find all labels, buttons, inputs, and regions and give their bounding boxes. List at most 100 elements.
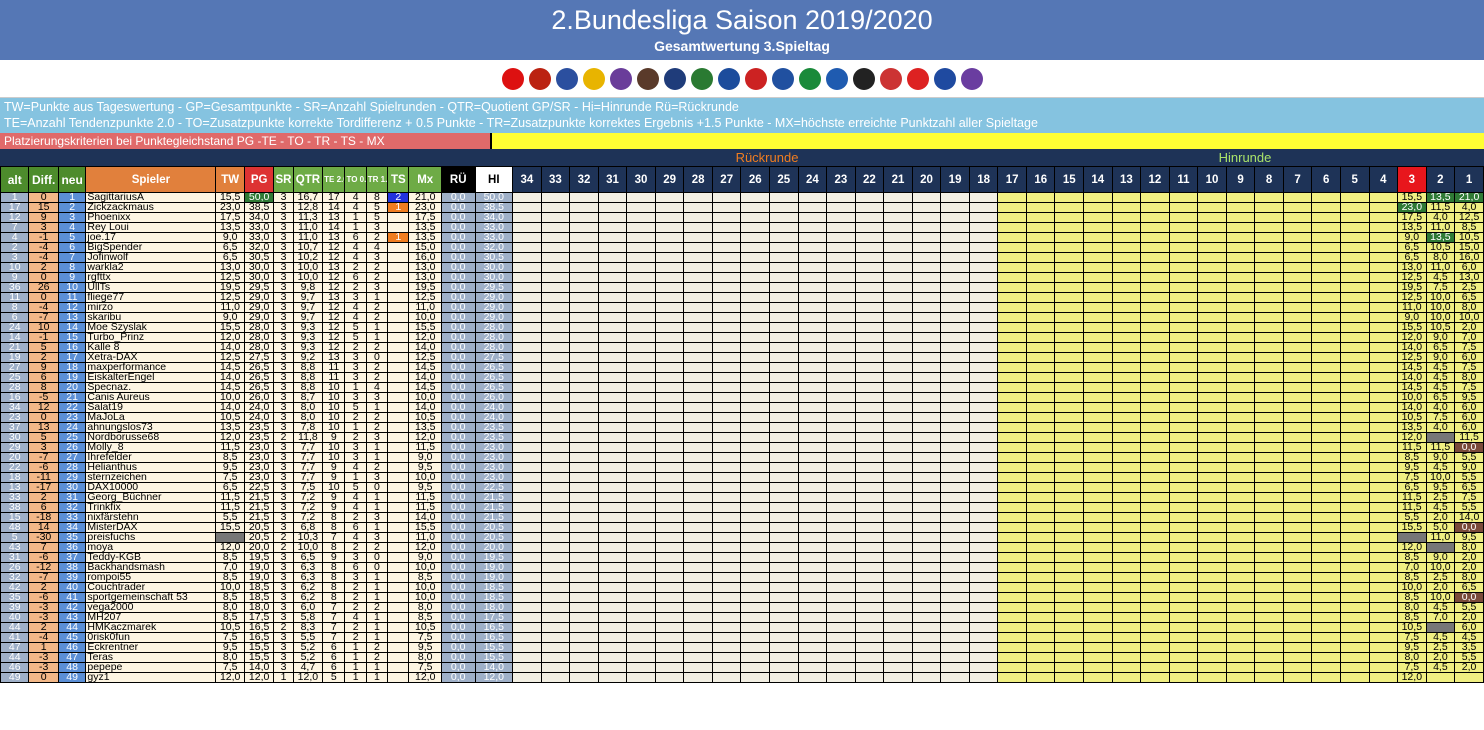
table-row[interactable]: 9 0 9 rgfttx 12,5 30,0 3 10,0 12 6 2 13,0 0,0 30,0 12,… [0, 272, 1484, 283]
col-day-5[interactable]: 5 [1339, 166, 1370, 193]
table-row[interactable]: 35 -6 41 sportgemeinschaft 53 8,5 18,5 3 6,2 8 2 1… [0, 592, 1484, 603]
col-neu[interactable]: neu [57, 166, 87, 193]
col-pg[interactable]: PG [243, 166, 275, 193]
table-row[interactable]: 23 0 23 MaJoLa 10,5 24,0 3 8,0 10 2 2 10,5 0,0 24,0 10… [0, 412, 1484, 423]
col-day-22[interactable]: 22 [854, 166, 885, 193]
table-row[interactable]: 42 2 40 Couchtrader 10,0 18,5 3 6,2 8 2 1 10,0 0,0 18… [0, 582, 1484, 593]
col-day-10[interactable]: 10 [1197, 166, 1227, 193]
col-day-30[interactable]: 30 [626, 166, 656, 193]
table-row[interactable]: 5 -30 35 preisfuchs 20,5 2 10,3 7 4 3 11,0 0,0 20,5 1… [0, 532, 1484, 543]
table-row[interactable]: 34 12 22 Salat19 14,0 24,0 3 8,0 10 5 1 14,0 0,0 24,0… [0, 402, 1484, 413]
table-row[interactable]: 12 9 3 Phoenixx 17,5 34,0 3 11,3 13 1 5 17,5 0,0 34,0… [0, 212, 1484, 223]
col-day-2[interactable]: 2 [1425, 166, 1456, 193]
col-day-9[interactable]: 9 [1225, 166, 1256, 193]
table-row[interactable]: 39 -3 42 vega2000 8,0 18,0 3 6,0 7 2 2 8,0 0,0 18,0 8,… [0, 602, 1484, 613]
table-row[interactable]: 48 14 34 MisterDAX 15,5 20,5 3 6,8 8 6 1 15,5 0,0 20,… [0, 522, 1484, 533]
col-day-19[interactable]: 19 [940, 166, 970, 193]
table-row[interactable]: 41 -4 45 0risk0fun 7,5 16,5 3 5,5 7 2 1 7,5 0,0 16,5 7… [0, 632, 1484, 643]
col-day-32[interactable]: 32 [569, 166, 599, 193]
table-row[interactable]: 19 2 17 Xetra-DAX 12,5 27,5 3 9,2 13 3 0 12,5 0,0 27,… [0, 352, 1484, 363]
col-mx[interactable]: Mx [408, 166, 442, 193]
table-row[interactable]: 36 26 10 UllTs 19,5 29,5 3 9,8 12 2 3 19,5 0,0 29,5 19… [0, 282, 1484, 293]
col-day-16[interactable]: 16 [1025, 166, 1056, 193]
table-row[interactable]: 7 3 4 Rey Loui 13,5 33,0 3 11,0 14 1 3 13,5 0,0 33,0 1… [0, 222, 1484, 233]
table-row[interactable]: 25 6 19 EiskalterEngel 14,0 26,5 3 8,8 11 3 2 14,0 0… [0, 372, 1484, 383]
col-day-15[interactable]: 15 [1054, 166, 1085, 193]
table-row[interactable]: 32 -7 39 rompoi55 8,5 19,0 3 6,3 8 3 1 8,5 0,0 19,0 8,… [0, 572, 1484, 583]
col-day-29[interactable]: 29 [654, 166, 685, 193]
col-ts[interactable]: TS [387, 166, 410, 193]
col-day-11[interactable]: 11 [1168, 166, 1199, 193]
table-row[interactable]: 21 5 16 Kalle 8 14,0 28,0 3 9,3 12 2 2 14,0 0,0 28,0 1… [0, 342, 1484, 353]
col-day-27[interactable]: 27 [711, 166, 742, 193]
col-day-25[interactable]: 25 [769, 166, 799, 193]
col-day-1[interactable]: 1 [1454, 166, 1484, 193]
cell-hin-day [1111, 562, 1142, 573]
col-day-6[interactable]: 6 [1311, 166, 1341, 193]
col-alt[interactable]: alt [0, 166, 30, 193]
table-row[interactable]: 26 -12 38 Backhandsmash 7,0 19,0 3 6,3 8 6 0 10,0 0,… [0, 562, 1484, 573]
col-qtr[interactable]: QTR [292, 166, 324, 193]
col-sr[interactable]: SR [273, 166, 294, 193]
table-row[interactable]: 20 -7 27 Ihrefelder 8,5 23,0 3 7,7 10 3 1 9,0 0,0 23,… [0, 452, 1484, 463]
col-day-20[interactable]: 20 [911, 166, 942, 193]
table-row[interactable]: 2 -4 6 BigSpender 6,5 32,0 3 10,7 12 4 4 15,0 0,0 32,… [0, 242, 1484, 253]
col-day-26[interactable]: 26 [740, 166, 771, 193]
table-row[interactable]: 1 0 1 SagittariusA 15,5 50,0 3 16,7 17 4 8 2 21,0 0,0… [0, 192, 1484, 203]
col-day-14[interactable]: 14 [1083, 166, 1113, 193]
table-row[interactable]: 8 -4 12 mirzo 11,0 29,0 3 9,7 12 4 2 11,0 0,0 29,0 11,… [0, 302, 1484, 313]
col-day-31[interactable]: 31 [597, 166, 628, 193]
table-row[interactable]: 18 -11 29 sternzeichen 7,5 23,0 3 7,7 9 1 3 10,0 0,0… [0, 472, 1484, 483]
table-row[interactable]: 24 10 14 Moe Szyslak 15,5 28,0 3 9,3 12 5 1 15,5 0,0… [0, 322, 1484, 333]
table-row[interactable]: 33 2 31 Georg_Büchner 11,5 21,5 3 7,2 9 4 1 11,5 0,0… [0, 492, 1484, 503]
table-row[interactable]: 29 3 26 Molly_8 11,5 23,0 3 7,7 10 3 1 11,5 0,0 23,0 1… [0, 442, 1484, 453]
table-row[interactable]: 27 9 18 maxperformance 14,5 26,5 3 8,8 11 3 2 14,5 0… [0, 362, 1484, 373]
col-day-13[interactable]: 13 [1111, 166, 1142, 193]
table-row[interactable]: 22 -6 28 Helianthus 9,5 23,0 3 7,7 9 4 2 9,5 0,0 23,0… [0, 462, 1484, 473]
cell-sr: 2 [273, 532, 294, 543]
col-te[interactable]: TE 2.0 [322, 166, 346, 193]
table-row[interactable]: 17 15 2 Zickzackmaus 23,0 38,5 3 12,8 14 4 5 1 23,0 0… [0, 202, 1484, 213]
col-tw[interactable]: TW [215, 166, 245, 193]
col-day-21[interactable]: 21 [883, 166, 913, 193]
col-day-4[interactable]: 4 [1368, 166, 1399, 193]
col-day-18[interactable]: 18 [968, 166, 999, 193]
col-spieler[interactable]: Spieler [85, 166, 217, 193]
col-day-17[interactable]: 17 [997, 166, 1027, 193]
col-day-33[interactable]: 33 [540, 166, 571, 193]
table-row[interactable]: 31 -6 37 Teddy-KGB 8,5 19,5 3 6,5 9 3 0 9,0 0,0 19,5 8… [0, 552, 1484, 563]
col-day-23[interactable]: 23 [826, 166, 856, 193]
table-row[interactable]: 16 -5 21 Canis Aureus 10,0 26,0 3 8,7 10 3 3 10,0 0,… [0, 392, 1484, 403]
table-row[interactable]: 11 0 11 fliege77 12,5 29,0 3 9,7 13 3 1 12,5 0,0 29,0… [0, 292, 1484, 303]
col-day-34[interactable]: 34 [512, 166, 542, 193]
table-row[interactable]: 40 -3 43 MH207 8,5 17,5 3 5,8 7 4 1 8,5 0,0 17,5 8,5 7,… [0, 612, 1484, 623]
table-row[interactable]: 4 -1 5 joe.17 9,0 33,0 3 11,0 13 6 2 1 13,5 0,0 33,0 9,… [0, 232, 1484, 243]
col-ru[interactable]: RÜ [440, 166, 476, 193]
col-day-8[interactable]: 8 [1254, 166, 1284, 193]
col-hi[interactable]: HI [474, 166, 514, 193]
col-diff[interactable]: Diff. [28, 166, 59, 193]
table-row[interactable]: 6 -7 13 skaribu 9,0 29,0 3 9,7 12 4 2 10,0 0,0 29,0 9,… [0, 312, 1484, 323]
table-row[interactable]: 44 -3 47 Teras 8,0 15,5 3 5,2 6 1 2 8,0 0,0 15,5 8,0 2,… [0, 652, 1484, 663]
col-day-24[interactable]: 24 [797, 166, 828, 193]
table-row[interactable]: 38 6 32 Trinkfix 11,5 21,5 3 7,2 9 4 1 11,5 0,0 21,5 1… [0, 502, 1484, 513]
table-row[interactable]: 49 0 49 gyz1 12,0 12,0 1 12,0 5 1 1 12,0 0,0 12,0 12,0 [0, 672, 1484, 683]
col-tr[interactable]: TR 1.5 [365, 166, 389, 193]
table-row[interactable]: 37 13 24 ahnungslos73 13,5 23,5 3 7,8 10 1 2 13,5 0,… [0, 422, 1484, 433]
col-to[interactable]: TO 0.5 [344, 166, 367, 193]
table-row[interactable]: 44 2 44 HMKaczmarek 10,5 16,5 2 8,3 7 2 1 10,5 0,0 16… [0, 622, 1484, 633]
col-day-28[interactable]: 28 [683, 166, 713, 193]
col-day-12[interactable]: 12 [1140, 166, 1170, 193]
col-day-7[interactable]: 7 [1282, 166, 1313, 193]
table-row[interactable]: 13 -17 30 DAX10000 6,5 22,5 3 7,5 10 5 0 9,5 0,0 22,5… [0, 482, 1484, 493]
table-row[interactable]: 46 -3 48 pepepe 7,5 14,0 3 4,7 6 1 1 7,5 0,0 14,0 7,5 4… [0, 662, 1484, 673]
table-row[interactable]: 14 -1 15 Turbo_Prinz 12,0 28,0 3 9,3 12 5 1 12,0 0,0… [0, 332, 1484, 343]
table-row[interactable]: 30 5 25 Nordborusse68 12,0 23,5 2 11,8 9 2 3 12,0 0,… [0, 432, 1484, 443]
table-row[interactable]: 10 2 8 warkla2 13,0 30,0 3 10,0 13 2 2 13,0 0,0 30,0 1… [0, 262, 1484, 273]
table-row[interactable]: 47 1 46 Eckrentner 9,5 15,5 3 5,2 6 1 2 9,5 0,0 15,5 9… [0, 642, 1484, 653]
table-row[interactable]: 43 7 36 moya 12,0 20,0 2 10,0 8 2 2 12,0 0,0 20,0 12,0… [0, 542, 1484, 553]
table-row[interactable]: 28 8 20 Specnaz. 14,5 26,5 3 8,8 10 1 4 14,5 0,0 26,5… [0, 382, 1484, 393]
col-day-3[interactable]: 3 [1397, 166, 1427, 193]
table-row[interactable]: 15 -18 33 nixfärstehn 5,5 21,5 3 7,2 8 2 3 14,0 0,0 2… [0, 512, 1484, 523]
table-row[interactable]: 3 -4 7 Jofinwolf 6,5 30,5 3 10,2 12 4 3 16,0 0,0 30,5… [0, 252, 1484, 263]
